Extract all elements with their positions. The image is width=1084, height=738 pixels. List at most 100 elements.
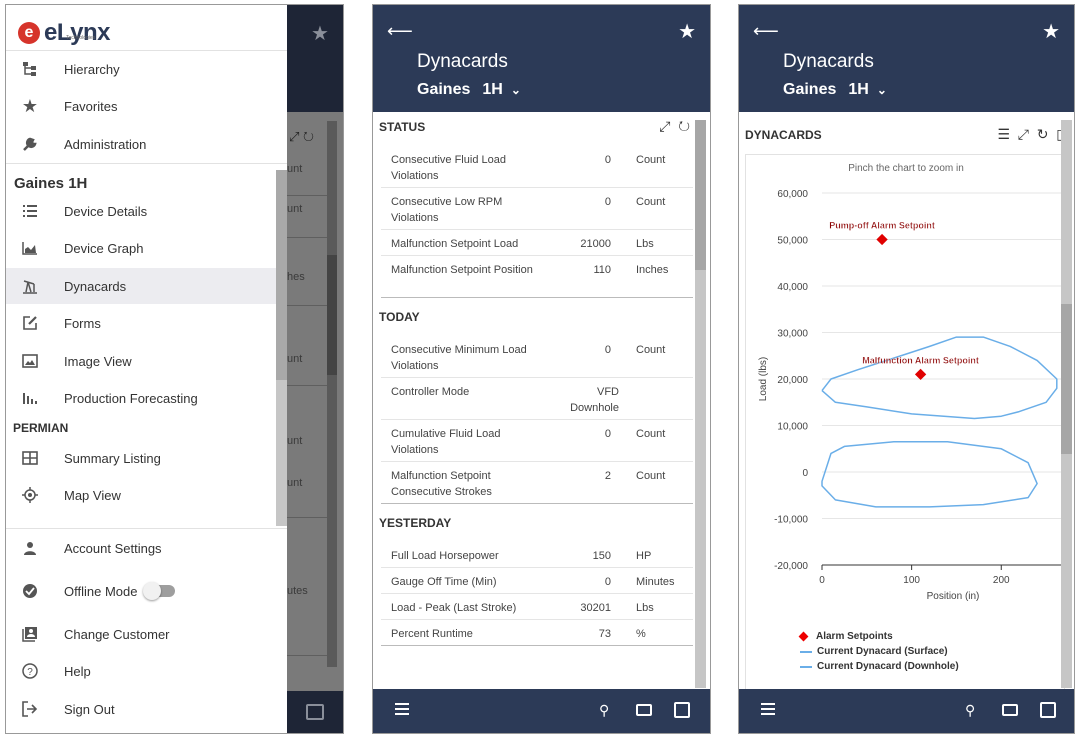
row-label: Malfunction Setpoint Consecutive Strokes — [391, 470, 492, 498]
drawer-item-help[interactable]: ? Help — [6, 653, 276, 689]
expand-icon[interactable]: ⤢ — [1018, 126, 1029, 142]
drawer-item-map-view[interactable]: Map View — [6, 477, 276, 513]
drawer-item-hierarchy[interactable]: Hierarchy — [6, 51, 276, 87]
row-unit: Lbs — [636, 602, 654, 614]
favorite-star-icon[interactable]: ★ — [1042, 19, 1060, 44]
dynacard-chart[interactable]: 60,000 50,000 40,000 30,000 20,000 10,000 0 -10… — [746, 155, 1066, 625]
chart-content: DYNACARDS ☰ ⤢ ↻ ▯ Pinch the chart to zoo… — [739, 112, 1074, 691]
svg-text:?: ? — [27, 667, 33, 678]
expand-icon[interactable]: ⤢ — [659, 118, 670, 134]
drawer-item-forms[interactable]: Forms — [6, 305, 276, 341]
section-title-yesterday: YESTERDAY — [379, 516, 452, 530]
drawer-item-production-forecasting[interactable]: Production Forecasting — [6, 380, 276, 416]
row-value: 150 — [592, 550, 611, 562]
hierarchy-icon — [20, 59, 40, 79]
y-axis-label: Load (lbs) — [758, 357, 769, 401]
legend-label: Alarm Setpoints — [816, 631, 893, 642]
drawer-scrollbar-thumb[interactable] — [276, 170, 287, 380]
row-unit: % — [636, 628, 646, 640]
drawer-item-device-details[interactable]: Device Details — [6, 193, 276, 229]
legend-item: Current Dynacard (Surface) — [800, 646, 948, 657]
drawer-item-offline-mode[interactable]: Offline Mode — [6, 573, 276, 609]
drawer-item-label: Account Settings — [64, 540, 162, 556]
hamburger-menu-icon[interactable] — [761, 703, 775, 718]
well-selector[interactable]: Gaines 1H ⌄ — [783, 81, 887, 99]
navigation-drawer: e eLynx Technologies Hierarchy ★ Favorit… — [6, 5, 287, 733]
section-tools: ⤢ ↻ — [659, 118, 690, 135]
hamburger-menu-icon[interactable] — [395, 703, 409, 718]
table-icon — [20, 448, 40, 468]
drawer-item-dynacards[interactable]: Dynacards — [6, 268, 276, 304]
section-title-today: TODAY — [379, 310, 420, 324]
dynacard-chart-card[interactable]: Pinch the chart to zoom in 60,000 50,000 4… — [745, 154, 1065, 691]
search-icon[interactable]: ⚲ — [599, 702, 609, 719]
row-label: Load - Peak (Last Stroke) — [391, 602, 517, 614]
drawer-item-account-settings[interactable]: Account Settings — [6, 530, 276, 566]
drawer-item-sign-out[interactable]: Sign Out — [6, 691, 276, 727]
filter-settings-icon[interactable]: ☰ — [997, 126, 1010, 142]
background-scrollbar-thumb — [327, 255, 337, 375]
fullscreen-icon[interactable] — [1040, 702, 1056, 718]
row-label: Gauge Off Time (Min) — [391, 576, 497, 588]
back-arrow-icon[interactable]: ⟵ — [753, 21, 779, 42]
legend-diamond-icon — [798, 631, 809, 642]
table-row: Malfunction Setpoint Consecutive Strokes… — [381, 462, 693, 504]
star-icon: ★ — [21, 95, 39, 116]
legend-label: Current Dynacard (Surface) — [817, 646, 948, 657]
background-row-text: hes — [287, 271, 305, 283]
fullscreen-icon[interactable] — [674, 702, 690, 718]
drawer-group-well: Gaines 1H — [14, 175, 88, 192]
legend-item: Current Dynacard (Downhole) — [800, 661, 959, 672]
drawer-item-summary-listing[interactable]: Summary Listing — [6, 440, 276, 476]
legend-line-icon — [800, 650, 812, 653]
search-icon[interactable]: ⚲ — [965, 702, 975, 719]
section-tools: ☰ ⤢ ↻ ▯ — [997, 126, 1064, 143]
table-row: Percent Runtime 73 % — [381, 620, 693, 646]
area-chart-icon — [20, 238, 40, 258]
row-value: 73 — [598, 628, 611, 640]
mail-icon[interactable] — [636, 704, 652, 716]
favorite-star-icon[interactable]: ★ — [678, 19, 696, 44]
y-tick-label: 0 — [802, 468, 808, 479]
content-scrollbar-thumb[interactable] — [695, 120, 706, 270]
well-selector[interactable]: Gaines 1H ⌄ — [417, 81, 521, 99]
drawer-item-change-customer[interactable]: Change Customer — [6, 616, 276, 652]
background-divider — [287, 237, 327, 238]
row-value: 110 — [593, 264, 611, 276]
drawer-item-device-graph[interactable]: Device Graph — [6, 230, 276, 266]
phone-dynacard-details: ⟵ ★ Dynacards Gaines 1H ⌄ STATUS ⤢ ↻ Conse… — [372, 4, 711, 734]
row-unit: Count — [636, 428, 666, 440]
well-id: 1H — [482, 81, 503, 98]
row-value: 21000 — [580, 238, 611, 250]
row-unit: Inches — [636, 264, 669, 276]
background-row-text: unt — [287, 435, 303, 447]
target-icon — [20, 485, 40, 505]
content-scrollbar-thumb[interactable] — [1061, 304, 1072, 454]
help-icon: ? — [20, 661, 40, 681]
back-arrow-icon[interactable]: ⟵ — [387, 21, 413, 42]
drawer-item-administration[interactable]: Administration — [6, 126, 276, 162]
table-row: Controller Mode VFD Downhole — [381, 378, 693, 420]
setpoint-marker — [914, 368, 927, 381]
app-header: ⟵ ★ Dynacards Gaines 1H ⌄ — [373, 5, 710, 112]
drawer-item-favorites[interactable]: ★ Favorites — [6, 88, 276, 124]
drawer-item-label: Image View — [64, 353, 132, 369]
logo-subtitle: Technologies — [66, 35, 96, 41]
drawer-item-image-view[interactable]: Image View — [6, 343, 276, 379]
refresh-icon[interactable]: ↻ — [678, 118, 690, 134]
image-icon — [20, 351, 40, 371]
well-name: Gaines — [783, 81, 837, 98]
background-fullscreen-icon — [306, 704, 324, 720]
row-unit: Count — [636, 470, 666, 482]
y-tick-label: 10,000 — [777, 422, 808, 433]
table-row: Load - Peak (Last Stroke) 30201 Lbs — [381, 594, 693, 620]
row-unit: Count — [636, 196, 666, 208]
offline-icon — [20, 581, 40, 601]
offline-mode-toggle[interactable] — [143, 582, 176, 600]
section-title-dynacards: DYNACARDS — [745, 128, 822, 142]
refresh-icon[interactable]: ↻ — [1037, 126, 1049, 142]
mail-icon[interactable] — [1002, 704, 1018, 716]
row-unit: Minutes — [636, 576, 675, 588]
edit-icon — [20, 313, 40, 333]
setpoint-label: Pump-off Alarm Setpoint — [829, 221, 935, 231]
